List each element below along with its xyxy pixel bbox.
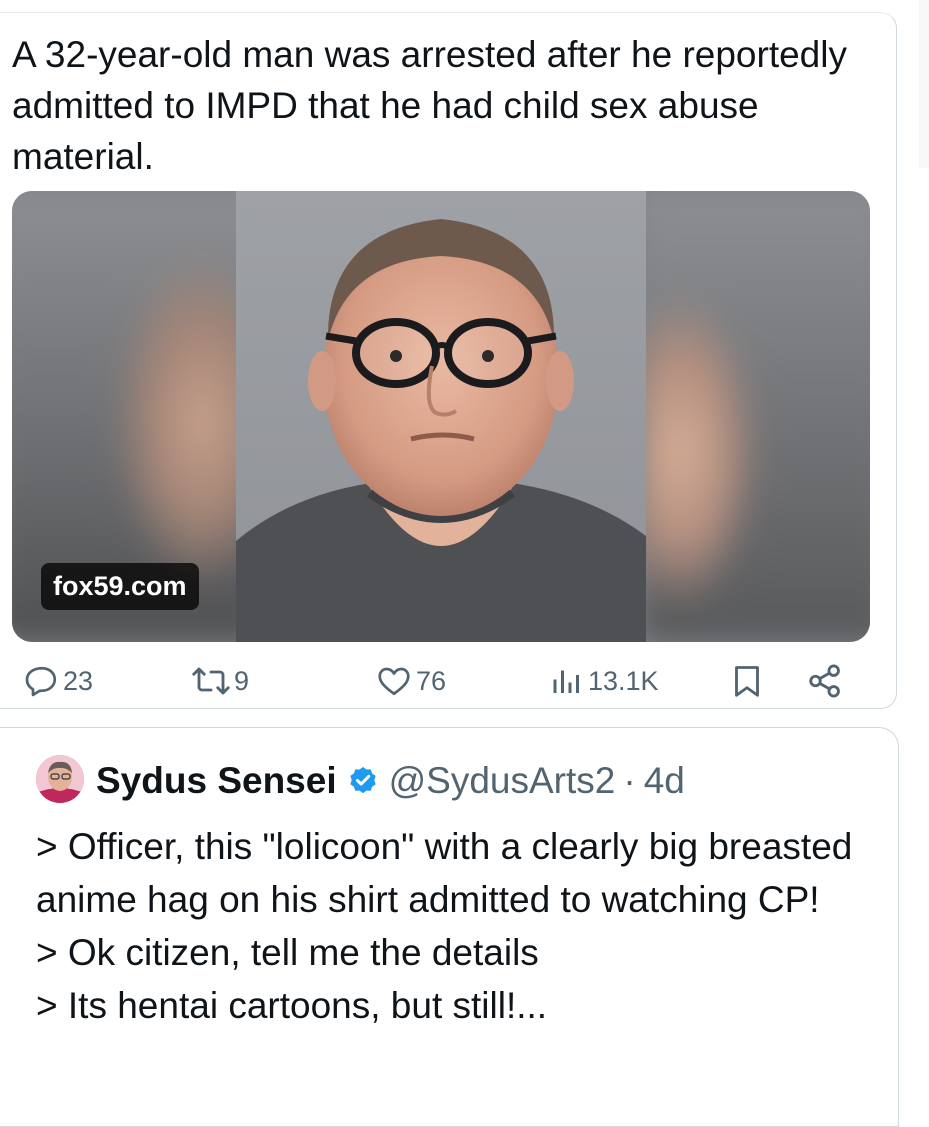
repost-button[interactable]: 9 [191, 661, 249, 701]
share-icon [809, 664, 840, 698]
views-icon [553, 670, 579, 693]
reply-count: 23 [63, 665, 94, 696]
like-button[interactable]: 76 [375, 661, 446, 701]
tweet-card[interactable]: A 32-year-old man was arrested after he … [0, 12, 897, 709]
repost-count: 9 [234, 665, 250, 696]
quoted-tweet-card[interactable]: Sydus Sensei @SydusArts2 · 4d > Officer,… [0, 727, 899, 1127]
views-button[interactable]: 13.1K [549, 661, 659, 701]
sidebar-edge [919, 0, 929, 168]
tweet-media-card[interactable]: fox59.com [12, 191, 870, 642]
mugshot-photo [236, 191, 646, 642]
quoted-tweet-header: Sydus Sensei @SydusArts2 · 4d [96, 755, 685, 807]
avatar[interactable] [36, 755, 84, 803]
like-count: 76 [416, 665, 447, 696]
reply-icon [25, 666, 57, 697]
views-count: 13.1K [588, 665, 659, 696]
media-source-badge[interactable]: fox59.com [41, 563, 199, 610]
mugshot-illustration [236, 219, 646, 642]
quoted-line: > Officer, this "lolicoon" with a clearl… [36, 826, 853, 920]
avatar-illustration [36, 755, 84, 803]
share-button[interactable] [806, 661, 844, 701]
bookmark-button[interactable] [729, 661, 765, 701]
tweet-actions-bar: 23 9 76 13.1K [0, 661, 897, 701]
quoted-line: > Its hentai cartoons, but still!... [36, 985, 548, 1026]
repost-icon [192, 667, 230, 695]
reply-button[interactable]: 23 [24, 661, 93, 701]
post-time[interactable]: 4d [644, 760, 685, 802]
author-handle[interactable]: @SydusArts2 [389, 760, 616, 802]
like-icon [378, 667, 410, 696]
tweet-text: A 32-year-old man was arrested after he … [12, 34, 847, 177]
media-blur-right [640, 191, 870, 642]
author-name[interactable]: Sydus Sensei [96, 760, 337, 802]
quoted-line: > Ok citizen, tell me the details [36, 932, 539, 973]
verified-badge [347, 765, 379, 797]
bookmark-icon [735, 666, 759, 697]
header-separator: · [623, 760, 636, 801]
verified-badge-icon [349, 767, 376, 794]
quoted-tweet-text: > Officer, this "lolicoon" with a clearl… [36, 820, 876, 1032]
